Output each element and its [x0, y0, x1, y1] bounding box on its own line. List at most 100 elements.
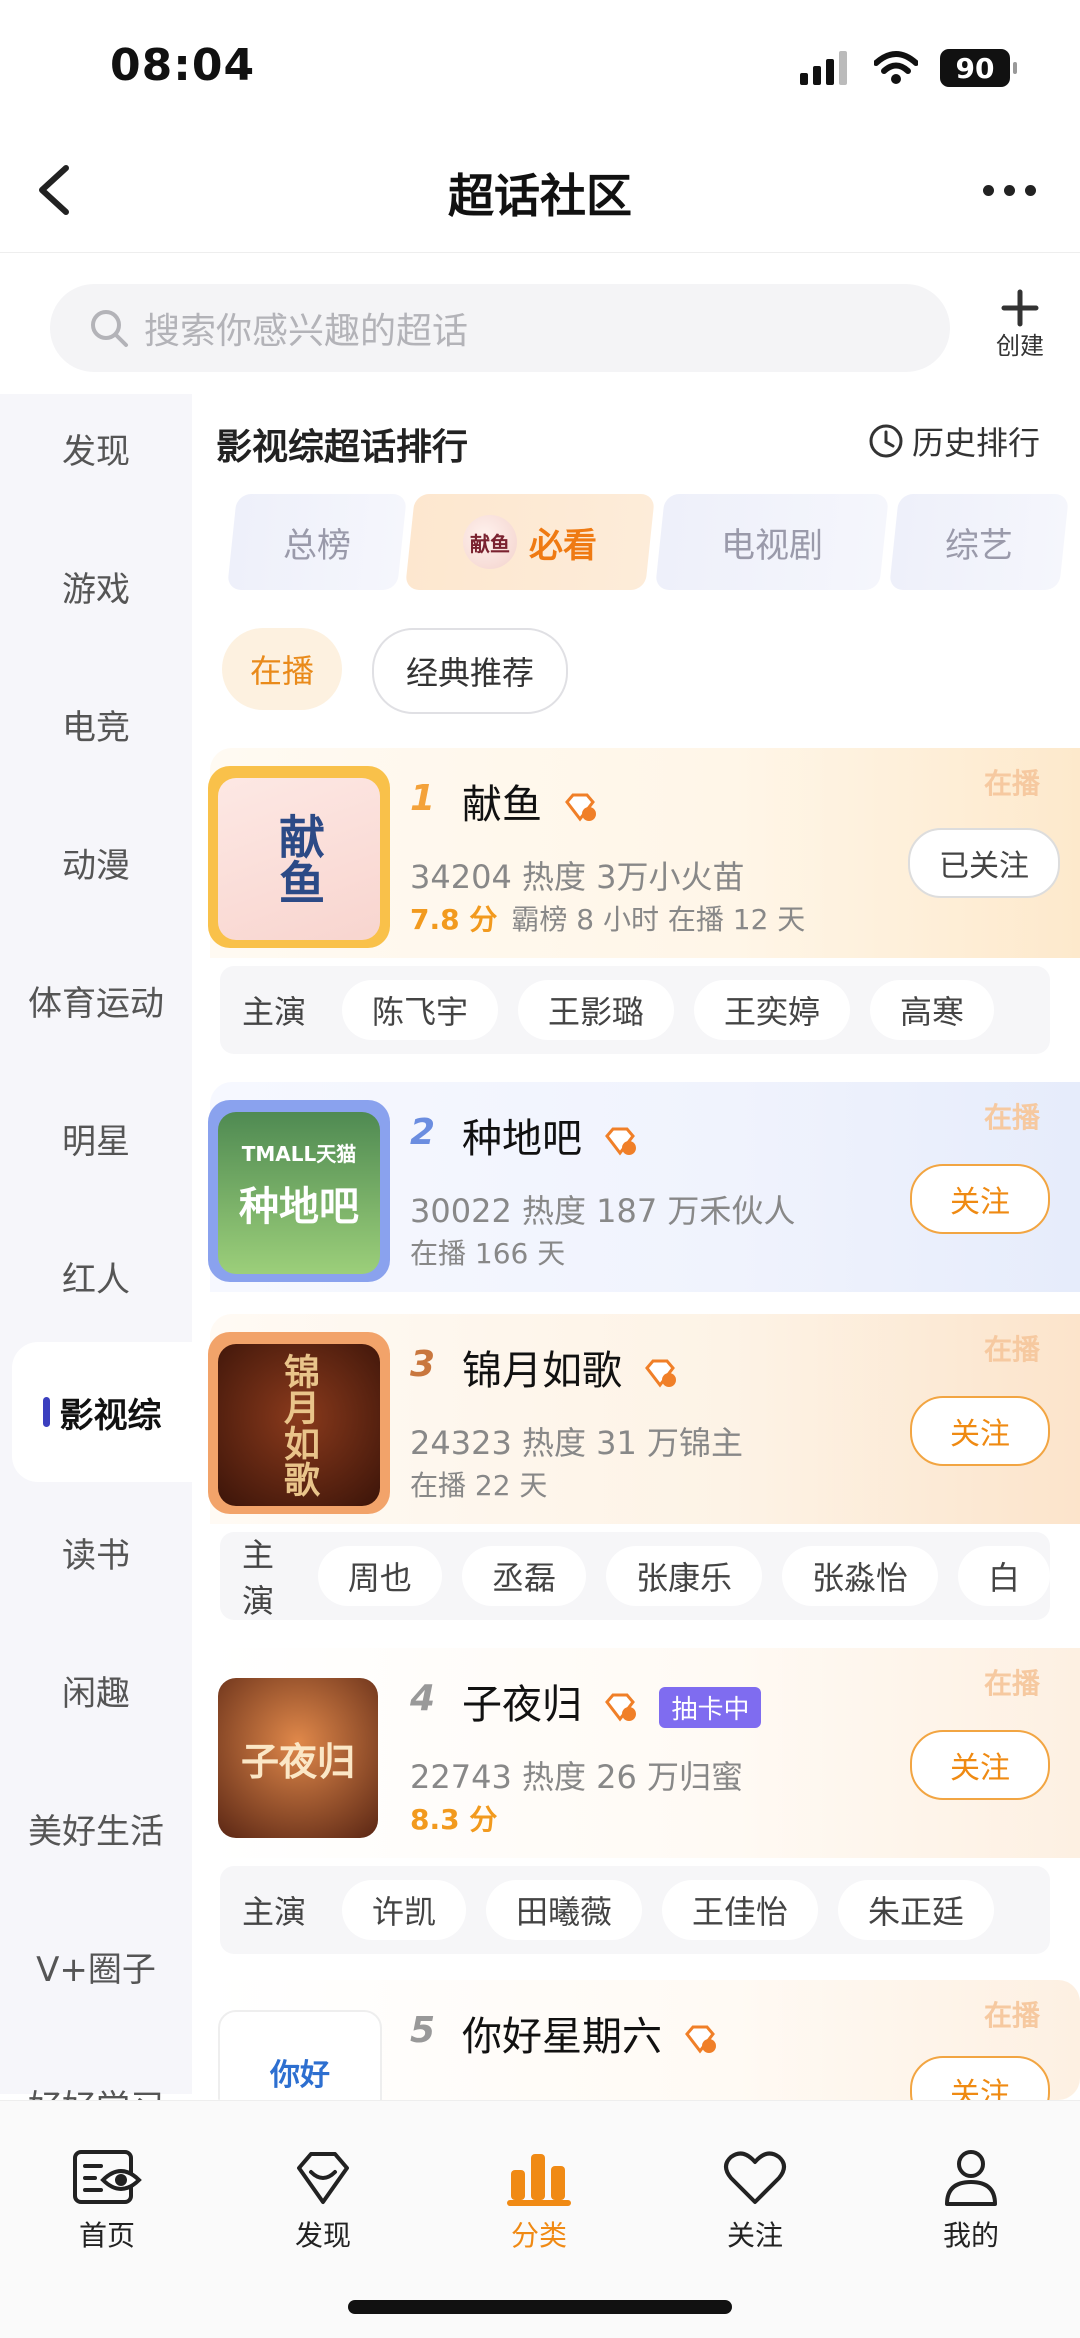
tab-avatar-text: 献鱼	[470, 531, 510, 556]
card-title: 种地吧	[462, 1106, 637, 1164]
airing-badge: 在播	[983, 1999, 1040, 2032]
follow-button[interactable]: 关注	[910, 1164, 1050, 1234]
create-button[interactable]: 创建	[990, 288, 1050, 361]
card-title: 你好星期六	[462, 2004, 717, 2062]
tabbar-item-me[interactable]: 我的	[911, 2148, 1031, 2254]
filter-label: 经典推荐	[405, 654, 534, 692]
ranking-card[interactable]: 在播 TMALL天猫 种地吧 2 种地吧 30022 热度 187 万禾伙人 在…	[200, 1082, 1080, 1302]
history-ranking-link[interactable]: 历史排行	[868, 418, 1040, 464]
cast-chip[interactable]: 王影璐	[518, 980, 675, 1040]
tab-label: 电视剧	[721, 525, 823, 566]
sidebar-item-games[interactable]: 游戏	[0, 562, 192, 611]
tabbar-label: 我的	[942, 2219, 999, 2252]
sidebar-item-label: 体育运动	[28, 984, 164, 1024]
tab-variety[interactable]: 综艺	[888, 494, 1070, 590]
ranking-card[interactable]: 在播 锦月如歌 3 锦月如歌 24323 热度 31 万锦主 在播 22 天 关…	[200, 1314, 1080, 1634]
active-indicator	[42, 1397, 50, 1427]
cover-text: 你好	[270, 2058, 330, 2093]
cover-image: 献鱼	[218, 778, 380, 940]
sidebar-item-stars[interactable]: 明星	[0, 1114, 192, 1163]
sidebar-item-label: 游戏	[62, 570, 130, 610]
cast-chip[interactable]: 陈飞宇	[342, 980, 499, 1040]
ranking-card[interactable]: 在播 献鱼 1 献鱼 34204 热度 3万小火苗 7.8 分霸榜 8 小时 在…	[200, 748, 1080, 1068]
sidebar-item-film-tv[interactable]: 影视综	[12, 1342, 192, 1482]
cellular-signal-icon	[800, 51, 847, 85]
tabbar-item-home[interactable]: 首页	[47, 2148, 167, 2254]
home-eye-icon	[73, 2150, 142, 2204]
cast-chip[interactable]: 高寒	[870, 980, 995, 1040]
sidebar-item-discover[interactable]: 发现	[0, 424, 192, 473]
tabbar-label: 分类	[510, 2219, 567, 2252]
status-icons: 90	[800, 48, 1017, 88]
sidebar-item-anime[interactable]: 动漫	[0, 838, 192, 887]
ranking-card[interactable]: 在播 你好 5 你好星期六 关注	[200, 1980, 1080, 2100]
lottery-tag: 抽卡中	[659, 1686, 762, 1728]
score: 7.8 分	[410, 903, 498, 936]
vip-diamond-icon	[644, 1359, 676, 1388]
vip-diamond-icon	[604, 1127, 636, 1156]
title-text: 子夜归	[462, 1682, 582, 1728]
airing-badge: 在播	[983, 1667, 1040, 1700]
cast-label: 主演	[242, 993, 307, 1031]
cover-image: 子夜归	[218, 1678, 378, 1838]
card-title: 子夜归 抽卡中	[462, 1672, 762, 1730]
sidebar-item-influencers[interactable]: 红人	[0, 1252, 192, 1301]
sidebar-item-v-circle[interactable]: V+圈子	[0, 1942, 192, 1991]
ranking-card[interactable]: 在播 子夜归 4 子夜归 抽卡中 22743 热度 26 万归蜜 8.3 分 关…	[200, 1648, 1080, 1968]
search-input[interactable]: 搜索你感兴趣的超话	[50, 284, 950, 372]
follow-button[interactable]: 关注	[910, 1396, 1050, 1466]
sidebar-item-esports[interactable]: 电竞	[0, 700, 192, 749]
tabbar-item-categories[interactable]: 分类	[479, 2148, 599, 2254]
more-dot-icon	[1024, 184, 1036, 196]
follow-button[interactable]: 关注	[910, 1730, 1050, 1800]
score: 8.3 分	[410, 1803, 498, 1836]
sidebar-item-leisure[interactable]: 闲趣	[0, 1666, 192, 1715]
card-stats: 22743 热度 26 万归蜜	[410, 1758, 744, 1796]
sidebar-item-label: 读书	[62, 1536, 130, 1576]
cast-chip[interactable]: 朱正廷	[838, 1880, 995, 1940]
diamond-icon	[297, 2152, 349, 2204]
nav-divider	[0, 252, 1080, 253]
cover-image: TMALL天猫 种地吧	[218, 1112, 380, 1274]
follow-button[interactable]: 关注	[910, 2056, 1050, 2100]
card-stats: 24323 热度 31 万锦主	[410, 1424, 744, 1462]
vip-diamond-icon	[604, 1693, 636, 1722]
cast-chip[interactable]: 王佳怡	[662, 1880, 819, 1940]
cast-chip[interactable]: 张康乐	[605, 1546, 762, 1606]
tab-overall[interactable]: 总榜	[226, 494, 408, 590]
tab-tv-series[interactable]: 电视剧	[654, 494, 890, 590]
card-extra: 7.8 分霸榜 8 小时 在播 12 天	[410, 898, 805, 938]
cast-chip[interactable]: 白	[957, 1546, 1050, 1606]
cast-chip[interactable]: 许凯	[342, 1880, 467, 1940]
card-stats: 34204 热度 3万小火苗	[410, 858, 745, 896]
tabbar-item-following[interactable]: 关注	[695, 2148, 815, 2254]
cast-chip[interactable]: 张淼怡	[781, 1546, 938, 1606]
cover-text: 献鱼	[272, 813, 326, 905]
title-text: 你好星期六	[462, 2014, 662, 2060]
cast-chip[interactable]: 王奕婷	[694, 980, 851, 1040]
bar-chart-icon	[507, 2154, 571, 2206]
page-title: 超话社区	[448, 169, 632, 223]
wifi-icon	[874, 51, 918, 84]
cast-label: 主演	[242, 1893, 307, 1931]
cast-chip[interactable]: 田曦薇	[486, 1880, 643, 1940]
more-button[interactable]	[974, 170, 1044, 210]
filter-airing[interactable]: 在播	[222, 628, 342, 710]
tab-must-watch[interactable]: 献鱼 必看	[404, 494, 656, 590]
section-title: 影视综超话排行	[216, 427, 469, 468]
sidebar-item-label: 发现	[62, 432, 130, 472]
followed-button[interactable]: 已关注	[908, 828, 1060, 898]
cast-chip[interactable]: 周也	[317, 1546, 442, 1606]
sidebar-item-sports[interactable]: 体育运动	[0, 976, 192, 1025]
cast-row: 主演 陈飞宇 王影璐 王奕婷 高寒	[220, 966, 1050, 1054]
sidebar-item-reading[interactable]: 读书	[0, 1528, 192, 1577]
tabbar-item-discover[interactable]: 发现	[263, 2148, 383, 2254]
sidebar-item-good-life[interactable]: 美好生活	[0, 1804, 192, 1853]
rank-number: 2	[410, 1112, 436, 1153]
battery-indicator: 90	[940, 49, 1017, 87]
card-stats: 30022 热度 187 万禾伙人	[410, 1192, 796, 1230]
filter-classic[interactable]: 经典推荐	[372, 628, 568, 714]
vip-diamond-icon	[564, 793, 596, 822]
user-icon	[945, 2150, 997, 2206]
cast-chip[interactable]: 丞磊	[461, 1546, 586, 1606]
